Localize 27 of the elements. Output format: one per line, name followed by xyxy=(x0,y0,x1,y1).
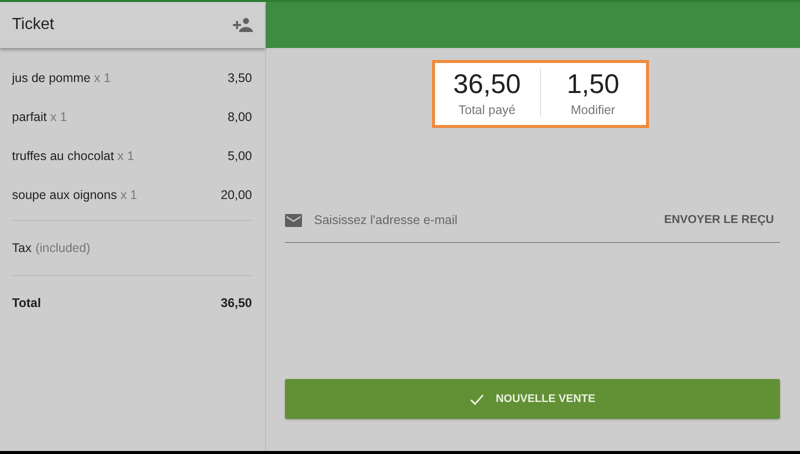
item-price: 8,00 xyxy=(228,110,252,124)
item-name: parfait xyxy=(12,110,47,124)
item-name: jus de pomme xyxy=(12,70,91,84)
tax-note: (included) xyxy=(35,241,90,255)
item-name: truffes au chocolat xyxy=(12,148,114,162)
email-field[interactable]: Saisissez l'adresse e-mail ENVOYER LE REÇU xyxy=(285,198,780,243)
amount-label: Total payé xyxy=(458,103,516,117)
total-label: Total xyxy=(12,296,41,310)
item-quantity: x 1 xyxy=(94,70,111,84)
item-price: 5,00 xyxy=(228,148,252,162)
amount-label: Modifier xyxy=(570,103,616,117)
tax-label: Tax xyxy=(12,241,32,255)
item-price: 20,00 xyxy=(220,188,252,202)
check-icon xyxy=(470,394,484,404)
item-name: soupe aux oignons xyxy=(12,188,117,202)
total-value: 36,50 xyxy=(220,296,252,310)
item-quantity: x 1 xyxy=(120,188,138,202)
item-price: 3,50 xyxy=(228,70,252,84)
new-sale-button[interactable]: NOUVELLE VENTE xyxy=(285,379,780,419)
item-quantity: x 1 xyxy=(117,148,134,162)
add-person-icon[interactable] xyxy=(233,18,253,32)
amount-value: 36,50 xyxy=(453,69,521,99)
amount-value: 1,50 xyxy=(566,69,620,99)
item-quantity: x 1 xyxy=(50,110,67,124)
ticket-title: Ticket xyxy=(12,16,54,34)
send-receipt-button[interactable]: ENVOYER LE REÇU xyxy=(664,214,780,226)
mail-icon xyxy=(285,214,302,226)
